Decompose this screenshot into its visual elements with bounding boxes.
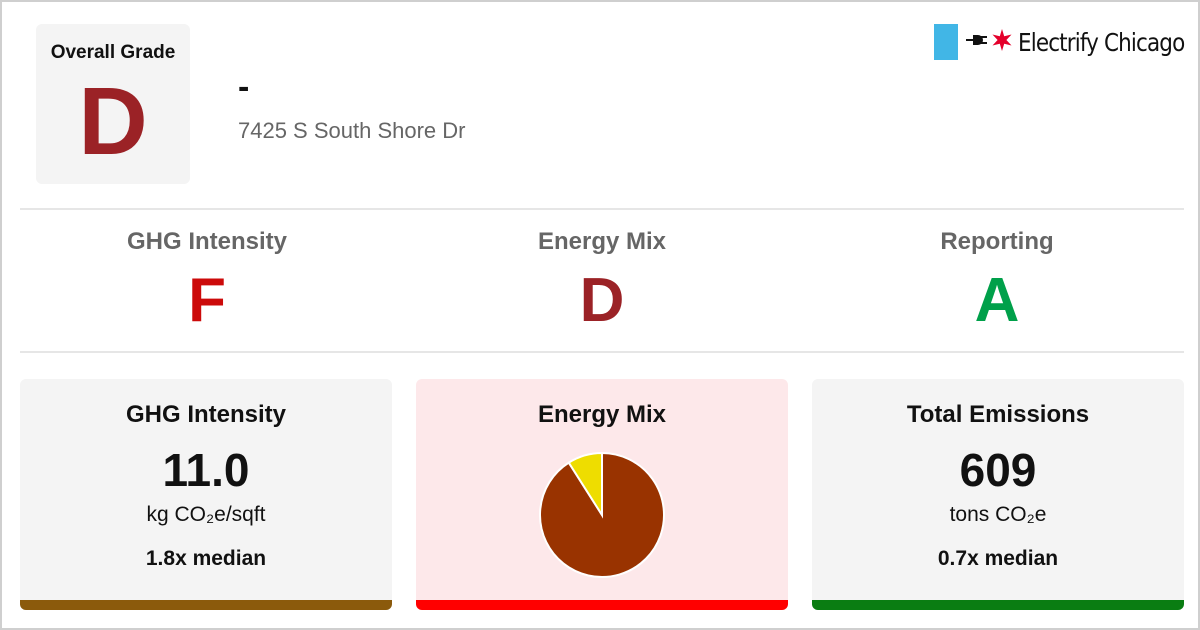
ghg-intensity-median: 1.8x median <box>145 547 267 570</box>
ghg-intensity-bar <box>20 600 392 610</box>
card-title: GHG Intensity <box>125 401 287 428</box>
sub-grade-label: Reporting <box>940 228 1054 255</box>
sub-grade-letter: F <box>188 266 226 335</box>
total-emissions-median: 0.7x median <box>937 547 1059 570</box>
overall-grade-box: Overall Grade D <box>36 24 190 184</box>
logo-text: Electrify Chicago <box>1018 27 1185 57</box>
energy-mix-card: Energy Mix <box>416 379 788 610</box>
card-title: Total Emissions <box>906 401 1090 428</box>
ghg-intensity-unit: kg CO₂e/sqft <box>146 503 266 526</box>
sub-grade-letter: D <box>579 266 625 335</box>
energy-mix-pie-chart <box>539 451 665 578</box>
total-emissions-unit: tons CO₂e <box>949 503 1047 526</box>
ghg-intensity-card: GHG Intensity 11.0 kg CO₂e/sqft 1.8x med… <box>20 379 392 610</box>
energy-mix-bar <box>416 600 788 610</box>
chicago-star-icon <box>990 28 1014 57</box>
sub-grade-energy-mix: Energy Mix D <box>412 228 792 332</box>
divider-top <box>20 208 1184 210</box>
building-address: 7425 S South Shore Dr <box>238 118 466 143</box>
total-emissions-bar <box>812 600 1184 610</box>
total-emissions-card: Total Emissions 609 tons CO₂e 0.7x media… <box>812 379 1184 610</box>
card-title: Energy Mix <box>537 401 667 428</box>
sub-grade-label: Energy Mix <box>537 228 667 255</box>
plug-icon <box>966 33 988 52</box>
sub-grade-letter: A <box>974 266 1020 335</box>
electrify-chicago-logo[interactable]: Electrify Chicago <box>934 24 1200 60</box>
total-emissions-value: 609 <box>959 444 1037 496</box>
sub-grade-reporting: Reporting A <box>807 228 1187 332</box>
overall-grade-letter: D <box>78 68 148 175</box>
overall-grade-label: Overall Grade <box>50 42 176 63</box>
star-shape <box>992 28 1012 51</box>
divider-middle <box>20 351 1184 353</box>
sub-grade-ghg: GHG Intensity F <box>17 228 397 332</box>
sub-grade-label: GHG Intensity <box>126 228 288 255</box>
share-card: Overall Grade D - 7425 S South Shore Dr … <box>0 0 1200 630</box>
building-name: - <box>238 68 250 106</box>
ghg-intensity-value: 11.0 <box>162 444 250 496</box>
logo-blue-bar <box>934 24 958 60</box>
